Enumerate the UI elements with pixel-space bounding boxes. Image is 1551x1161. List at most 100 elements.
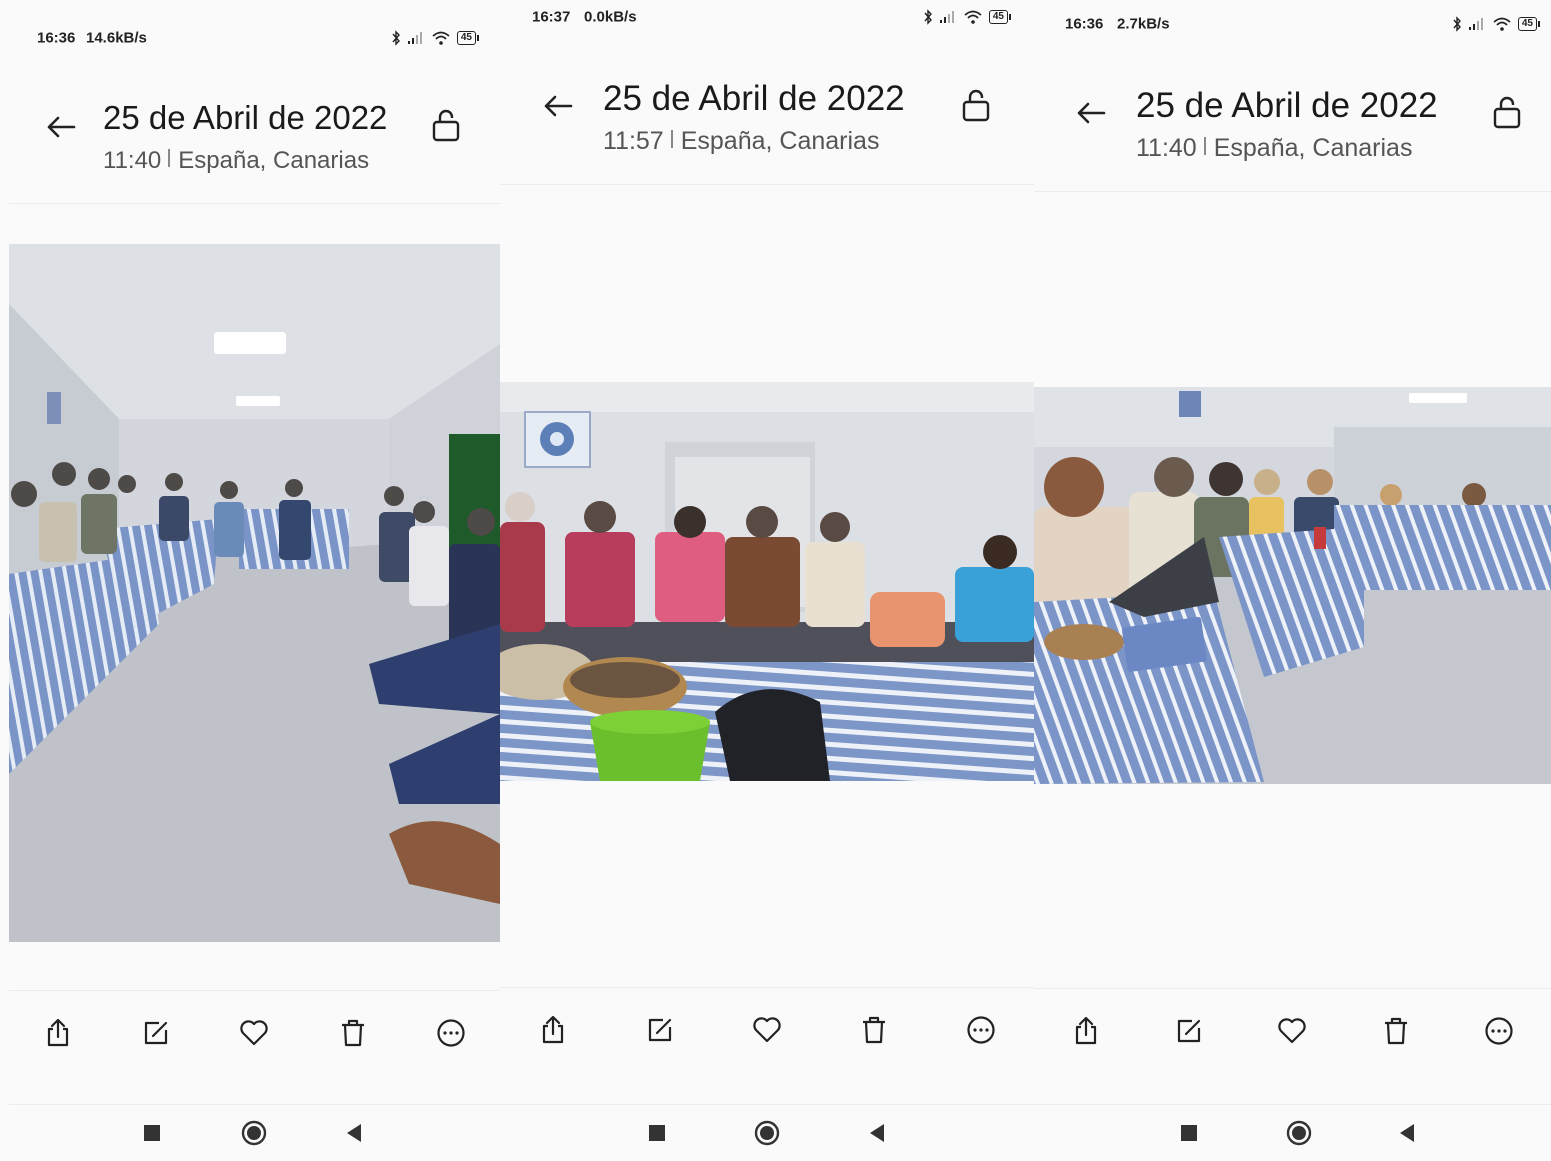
delete-button[interactable] [856,1012,892,1048]
photo-meta: 11:40 España, Canarias [1136,134,1412,163]
meta-separator [168,149,171,167]
back-arrow-icon[interactable] [1074,96,1108,130]
photo-time: 11:40 [103,147,162,174]
home-circle-icon[interactable] [754,1120,780,1146]
meeting-room-photo-landscape [500,382,1034,781]
recents-square-icon[interactable] [648,1124,666,1142]
home-circle-icon[interactable] [1286,1120,1312,1146]
status-icons: 45 [923,9,1012,25]
heart-icon [240,1020,269,1046]
more-button[interactable] [1481,1013,1517,1049]
photo-toolbar [9,993,500,1073]
header-divider [9,203,500,204]
trash-icon [862,1016,885,1044]
status-network-speed: 0.0kB/s [584,8,637,26]
delete-button[interactable] [1378,1013,1414,1049]
edit-button[interactable] [138,1015,174,1051]
recents-square-icon[interactable] [143,1124,161,1142]
bluetooth-icon [1453,16,1461,32]
photo-meta: 11:40 España, Canarias [103,147,369,175]
photo-time: 11:57 [603,127,664,155]
trash-icon [341,1019,364,1047]
signal-icon [939,11,954,23]
back-triangle-icon[interactable] [1398,1123,1416,1143]
favorite-button[interactable] [236,1015,272,1051]
status-bar: 16:36 14.6kB/s 45 [0,21,500,55]
header-divider [1034,191,1551,192]
system-nav-bar [500,1104,1034,1161]
bluetooth-icon [392,30,400,46]
back-triangle-icon[interactable] [345,1123,363,1143]
photo-location: España, Canarias [680,127,880,155]
share-icon [543,1015,564,1044]
back-triangle-icon[interactable] [868,1123,886,1143]
share-button[interactable] [40,1015,76,1051]
status-time: 16:37 [532,8,571,26]
recents-square-icon[interactable] [1180,1124,1198,1142]
status-icons: 45 [391,30,480,46]
photo-location: España, Canarias [178,147,370,174]
wifi-icon [964,10,982,24]
photo-time: 11:40 [1136,134,1197,162]
status-bar: 16:37 0.0kB/s 45 [500,0,1034,34]
status-bar: 16:36 2.7kB/s 45 [1034,7,1551,41]
photo-image[interactable] [9,244,500,942]
trash-icon [1384,1017,1407,1045]
favorite-button[interactable] [1274,1013,1310,1049]
photo-date-title: 25 de Abril de 2022 [603,79,905,118]
battery-indicator: 45 [456,31,480,45]
share-button[interactable] [1068,1013,1104,1049]
photo-location: España, Canarias [1213,134,1413,162]
status-network-speed: 14.6kB/s [86,29,147,47]
photo-meta: 11:57 España, Canarias [603,127,879,156]
meeting-room-photo-landscape-wide [1034,387,1551,784]
edit-icon [1177,1019,1201,1043]
favorite-button[interactable] [749,1012,785,1048]
status-time: 16:36 [1065,15,1104,33]
status-icons: 45 [1452,16,1541,32]
share-icon [1075,1016,1096,1045]
lock-icon[interactable] [961,88,991,122]
share-button[interactable] [535,1012,571,1048]
bluetooth-icon [924,9,932,25]
more-button[interactable] [963,1012,999,1048]
back-arrow-icon[interactable] [44,110,78,144]
lock-icon[interactable] [1492,95,1522,129]
photo-viewer-panel-1: 16:36 14.6kB/s 45 25 de Abril de 2022 11… [0,0,500,1161]
edit-button[interactable] [1171,1013,1207,1049]
edit-icon [145,1021,168,1045]
photo-image[interactable] [1034,387,1551,784]
toolbar-divider [9,990,500,991]
system-nav-bar [9,1104,500,1161]
photo-viewer-panel-2: 16:37 0.0kB/s 45 25 de Abril de 2022 11:… [500,0,1034,1161]
toolbar-divider [1034,988,1551,989]
toolbar-divider [500,987,1034,988]
edit-button[interactable] [642,1012,678,1048]
edit-icon [649,1018,672,1042]
photo-image[interactable] [500,382,1034,781]
delete-button[interactable] [335,1015,371,1051]
header-divider [500,184,1034,185]
system-nav-bar [1034,1104,1551,1161]
lock-icon[interactable] [431,108,461,142]
photo-date-title: 25 de Abril de 2022 [103,99,388,136]
status-time: 16:36 [37,29,76,47]
battery-indicator: 45 [1517,17,1541,31]
battery-indicator: 45 [988,10,1012,24]
wifi-icon [432,31,450,45]
status-network-speed: 2.7kB/s [1117,15,1170,33]
wifi-icon [1493,17,1511,31]
share-icon [47,1018,69,1047]
photo-toolbar [1034,991,1551,1071]
signal-icon [1468,18,1483,30]
meeting-room-photo-portrait [9,244,500,942]
back-arrow-icon[interactable] [541,89,575,123]
heart-icon [1278,1018,1307,1044]
meta-separator [1203,137,1206,155]
meta-separator [670,130,673,148]
more-icon [1485,1017,1513,1045]
home-circle-icon[interactable] [241,1120,267,1146]
more-button[interactable] [433,1015,469,1051]
heart-icon [753,1017,781,1043]
photo-date-title: 25 de Abril de 2022 [1136,86,1438,125]
